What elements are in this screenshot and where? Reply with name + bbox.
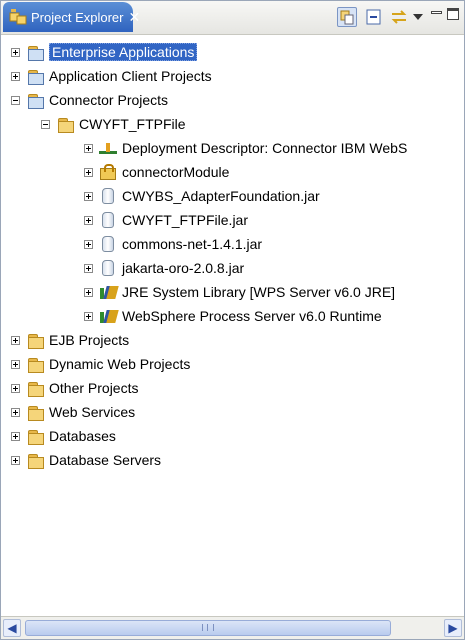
connector-projects-icon — [26, 92, 44, 109]
view-title-bar: Project Explorer ✕ — [1, 1, 464, 35]
tree-item-label: CWYBS_AdapterFoundation.jar — [122, 188, 320, 204]
jar-icon — [102, 236, 114, 252]
web-services-icon — [26, 404, 44, 421]
expand-toggle[interactable] — [84, 239, 93, 249]
expand-toggle[interactable] — [11, 455, 20, 465]
deployment-descriptor-icon — [99, 140, 117, 156]
collapse-toggle[interactable] — [41, 119, 50, 129]
expand-toggle[interactable] — [11, 47, 20, 57]
tree-item-label: CWYFT_FTPFile — [79, 116, 186, 132]
databases-icon — [26, 428, 44, 445]
folder-icon — [26, 380, 44, 397]
tree-item-label: commons-net-1.4.1.jar — [122, 236, 263, 252]
expand-toggle[interactable] — [11, 383, 20, 393]
expand-toggle[interactable] — [11, 71, 20, 81]
tree-item-label: Database Servers — [49, 452, 162, 468]
tree-item-label: Application Client Projects — [49, 68, 212, 84]
database-servers-icon — [26, 452, 44, 469]
maximize-icon[interactable] — [447, 8, 459, 20]
web-projects-icon — [26, 356, 44, 373]
tree-item-label: Deployment Descriptor: Connector IBM Web… — [122, 140, 408, 156]
view-menu-dropdown-icon[interactable] — [413, 14, 423, 20]
tree-item-enterprise-applications[interactable]: Enterprise Applications — [11, 40, 198, 64]
expand-toggle[interactable] — [11, 335, 20, 345]
scrollbar-grip — [202, 624, 214, 631]
project-explorer-window: Project Explorer ✕ Enterprise Applicatio… — [0, 0, 465, 640]
library-icon — [99, 284, 117, 300]
tree-item-database-servers[interactable]: Database Servers — [11, 448, 161, 472]
tree-item-deployment-descriptor[interactable]: Deployment Descriptor: Connector IBM Web… — [84, 136, 407, 160]
project-tree: Enterprise Applications Application Clie… — [1, 37, 464, 617]
expand-toggle[interactable] — [11, 407, 20, 417]
tree-item-dynamic-web-projects[interactable]: Dynamic Web Projects — [11, 352, 190, 376]
link-with-editor-button[interactable] — [337, 7, 357, 27]
tree-item-web-services[interactable]: Web Services — [11, 400, 135, 424]
tree-item-label: JRE System Library [WPS Server v6.0 JRE] — [122, 284, 396, 300]
collapse-toggle[interactable] — [11, 95, 20, 105]
expand-toggle[interactable] — [84, 263, 93, 273]
expand-toggle[interactable] — [11, 359, 20, 369]
tree-item-connector-projects[interactable]: Connector Projects — [11, 88, 168, 112]
expand-toggle[interactable] — [84, 287, 93, 297]
library-icon — [99, 308, 117, 324]
collapse-all-icon — [366, 9, 381, 25]
horizontal-scrollbar[interactable]: ◀ ▶ — [1, 616, 464, 639]
tree-item-databases[interactable]: Databases — [11, 424, 116, 448]
sync-arrows-icon — [391, 10, 407, 24]
enterprise-project-icon — [26, 44, 44, 61]
tree-item-label: Other Projects — [49, 380, 139, 396]
tree-item-label: connectorModule — [122, 164, 230, 180]
ejb-projects-icon — [26, 332, 44, 349]
expand-toggle[interactable] — [84, 311, 93, 321]
tree-item-websphere-runtime[interactable]: WebSphere Process Server v6.0 Runtime — [84, 304, 382, 328]
app-client-project-icon — [26, 68, 44, 85]
tree-item-jar[interactable]: jakarta-oro-2.0.8.jar — [84, 256, 244, 280]
tree-item-ejb-projects[interactable]: EJB Projects — [11, 328, 129, 352]
tree-item-jar[interactable]: CWYBS_AdapterFoundation.jar — [84, 184, 320, 208]
tree-item-label: Enterprise Applications — [49, 43, 198, 61]
tree-item-other-projects[interactable]: Other Projects — [11, 376, 138, 400]
tree-item-label: Databases — [49, 428, 116, 444]
tree-item-label: WebSphere Process Server v6.0 Runtime — [122, 308, 382, 324]
expand-toggle[interactable] — [84, 215, 93, 225]
scroll-left-icon[interactable]: ◀ — [3, 619, 21, 637]
expand-toggle[interactable] — [84, 191, 93, 201]
project-explorer-icon — [9, 8, 27, 26]
expand-toggle[interactable] — [84, 167, 93, 177]
jar-icon — [102, 260, 114, 276]
tree-item-connector-module[interactable]: connectorModule — [84, 160, 229, 184]
expand-toggle[interactable] — [84, 143, 93, 153]
jar-icon — [102, 212, 114, 228]
tree-item-label: CWYFT_FTPFile.jar — [122, 212, 248, 228]
tree-item-jar[interactable]: commons-net-1.4.1.jar — [84, 232, 262, 256]
project-explorer-tab[interactable]: Project Explorer ✕ — [3, 2, 140, 32]
collapse-all-button[interactable] — [364, 7, 384, 27]
tree-item-application-client-projects[interactable]: Application Client Projects — [11, 64, 212, 88]
tree-item-jar[interactable]: CWYFT_FTPFile.jar — [84, 208, 248, 232]
minimize-icon[interactable] — [431, 11, 442, 14]
jar-icon — [102, 188, 114, 204]
connector-module-icon — [99, 164, 117, 180]
tree-item-label: Connector Projects — [49, 92, 169, 108]
scrollbar-thumb[interactable] — [25, 620, 391, 636]
close-icon[interactable]: ✕ — [128, 9, 140, 26]
expand-toggle[interactable] — [11, 431, 20, 441]
tab-title: Project Explorer — [31, 9, 124, 25]
tree-item-jre-library[interactable]: JRE System Library [WPS Server v6.0 JRE] — [84, 280, 395, 304]
connector-project-folder-icon — [56, 116, 74, 133]
tree-item-label: EJB Projects — [49, 332, 130, 348]
link-with-editor-icon — [340, 10, 354, 25]
tree-item-cwyft-ftpfile[interactable]: CWYFT_FTPFile — [41, 112, 186, 136]
scroll-right-icon[interactable]: ▶ — [444, 619, 462, 637]
tree-item-label: jakarta-oro-2.0.8.jar — [122, 260, 245, 276]
tree-item-label: Dynamic Web Projects — [49, 356, 191, 372]
sync-button[interactable] — [389, 7, 409, 27]
tree-item-label: Web Services — [49, 404, 136, 420]
